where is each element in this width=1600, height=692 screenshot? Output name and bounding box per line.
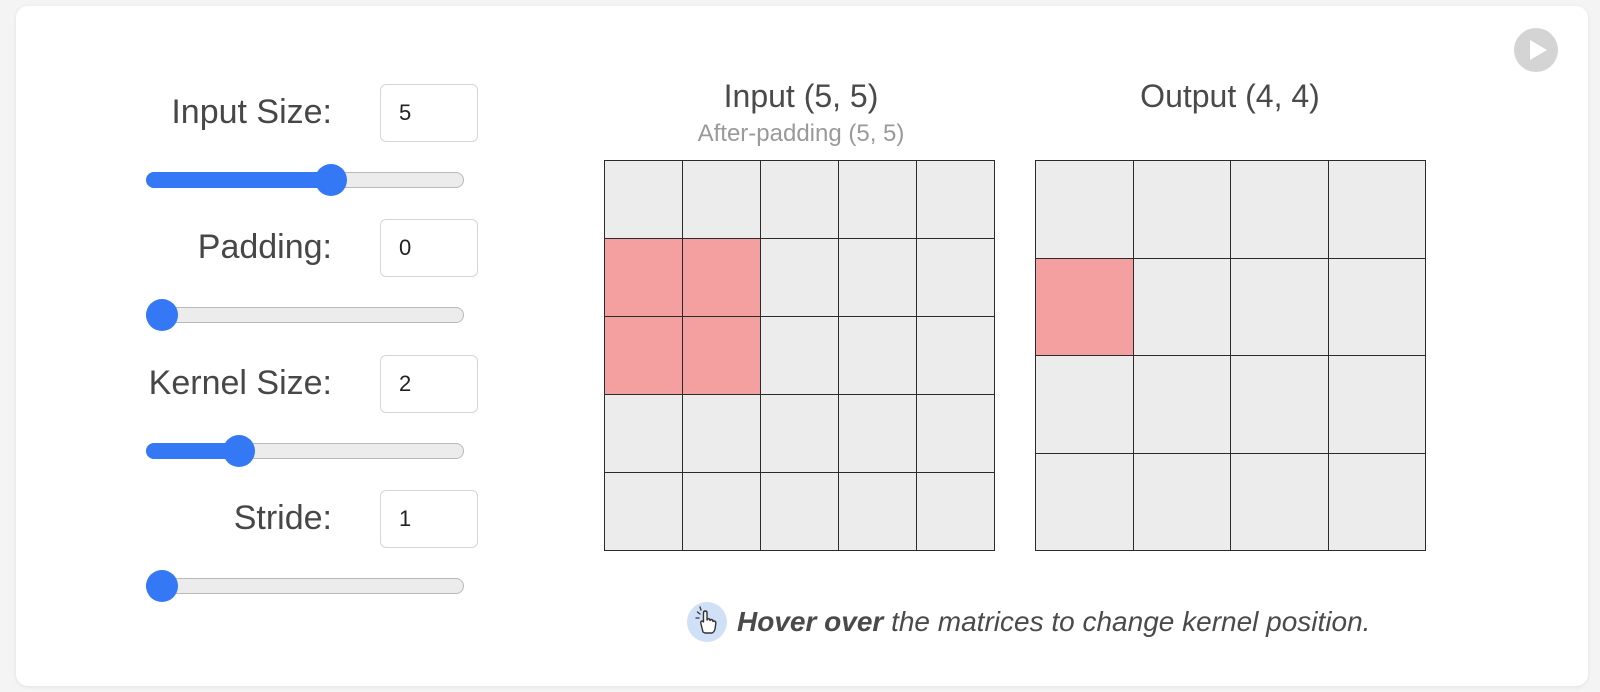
matrix-cell[interactable] <box>682 472 761 551</box>
input-matrix[interactable] <box>604 160 995 551</box>
matrix-cell[interactable] <box>1035 160 1134 259</box>
matrix-cell[interactable] <box>682 160 761 239</box>
hand-pointer-icon <box>687 602 727 642</box>
hint: Hover over the matrices to change kernel… <box>687 602 1447 646</box>
matrix-cell[interactable] <box>1035 452 1134 551</box>
kernel-size-slider[interactable] <box>146 435 464 467</box>
matrix-cell[interactable] <box>682 316 761 395</box>
matrix-cell[interactable] <box>1327 452 1426 551</box>
matrix-cell[interactable] <box>1327 160 1426 259</box>
matrix-cell[interactable] <box>604 160 683 239</box>
hint-rest: the matrices to change kernel position. <box>883 606 1371 637</box>
matrix-cell[interactable] <box>838 316 917 395</box>
slider-thumb[interactable] <box>223 435 256 467</box>
matrix-cell[interactable] <box>1230 160 1329 259</box>
kernel-size-input[interactable]: 2 <box>380 355 478 413</box>
output-matrix[interactable] <box>1035 160 1426 551</box>
matrix-cell[interactable] <box>1327 355 1426 454</box>
matrix-cell[interactable] <box>604 238 683 317</box>
matrix-cell[interactable] <box>838 394 917 473</box>
matrix-cell[interactable] <box>1132 452 1231 551</box>
slider-track <box>146 578 464 594</box>
matrix-cell[interactable] <box>1132 257 1231 356</box>
matrix-cell[interactable] <box>916 316 995 395</box>
slider-thumb[interactable] <box>146 299 178 331</box>
output-title: Output (4, 4) <box>1140 78 1320 114</box>
matrix-cell[interactable] <box>838 160 917 239</box>
padding-slider[interactable] <box>146 299 464 331</box>
matrix-cell[interactable] <box>838 238 917 317</box>
matrix-cell[interactable] <box>760 238 839 317</box>
matrix-cell[interactable] <box>1035 355 1134 454</box>
matrix-cell[interactable] <box>1230 452 1329 551</box>
slider-track <box>146 307 464 323</box>
matrix-cell[interactable] <box>916 472 995 551</box>
matrix-cell[interactable] <box>760 316 839 395</box>
stride-input[interactable]: 1 <box>380 490 478 548</box>
input-size-input[interactable]: 5 <box>380 84 478 142</box>
matrix-cell[interactable] <box>1327 257 1426 356</box>
play-icon <box>1530 40 1547 60</box>
matrix-cell[interactable] <box>604 316 683 395</box>
matrix-cell[interactable] <box>1132 355 1231 454</box>
matrix-cell[interactable] <box>1230 257 1329 356</box>
matrix-cell[interactable] <box>682 238 761 317</box>
play-button[interactable] <box>1514 28 1558 72</box>
matrix-cell[interactable] <box>916 160 995 239</box>
matrix-cell[interactable] <box>760 472 839 551</box>
matrix-cell[interactable] <box>838 472 917 551</box>
padding-input[interactable]: 0 <box>380 219 478 277</box>
input-title: Input (5, 5) <box>723 78 879 114</box>
visualizer-card: Input Size: 5 Padding: 0 Kernel Size: 2 Stride… <box>16 6 1588 686</box>
input-subtitle: After-padding (5, 5) <box>697 120 905 147</box>
matrix-cell[interactable] <box>604 472 683 551</box>
matrix-cell[interactable] <box>760 394 839 473</box>
input-size-label: Input Size: <box>171 93 332 131</box>
kernel-size-label: Kernel Size: <box>148 364 332 402</box>
matrix-cell[interactable] <box>682 394 761 473</box>
matrix-cell[interactable] <box>760 160 839 239</box>
stride-label: Stride: <box>233 499 332 537</box>
hint-text: Hover over the matrices to change kernel… <box>737 606 1370 638</box>
matrix-cell[interactable] <box>604 394 683 473</box>
input-size-slider[interactable] <box>146 164 464 196</box>
hint-bold: Hover over <box>737 606 884 637</box>
matrix-cell[interactable] <box>1035 257 1134 356</box>
matrix-cell[interactable] <box>916 394 995 473</box>
matrix-cell[interactable] <box>1132 160 1231 259</box>
stride-slider[interactable] <box>146 570 464 602</box>
padding-label: Padding: <box>197 228 332 266</box>
slider-thumb[interactable] <box>146 570 178 602</box>
slider-thumb[interactable] <box>314 164 347 196</box>
slider-fill <box>146 172 331 188</box>
matrix-cell[interactable] <box>1230 355 1329 454</box>
matrix-cell[interactable] <box>916 238 995 317</box>
